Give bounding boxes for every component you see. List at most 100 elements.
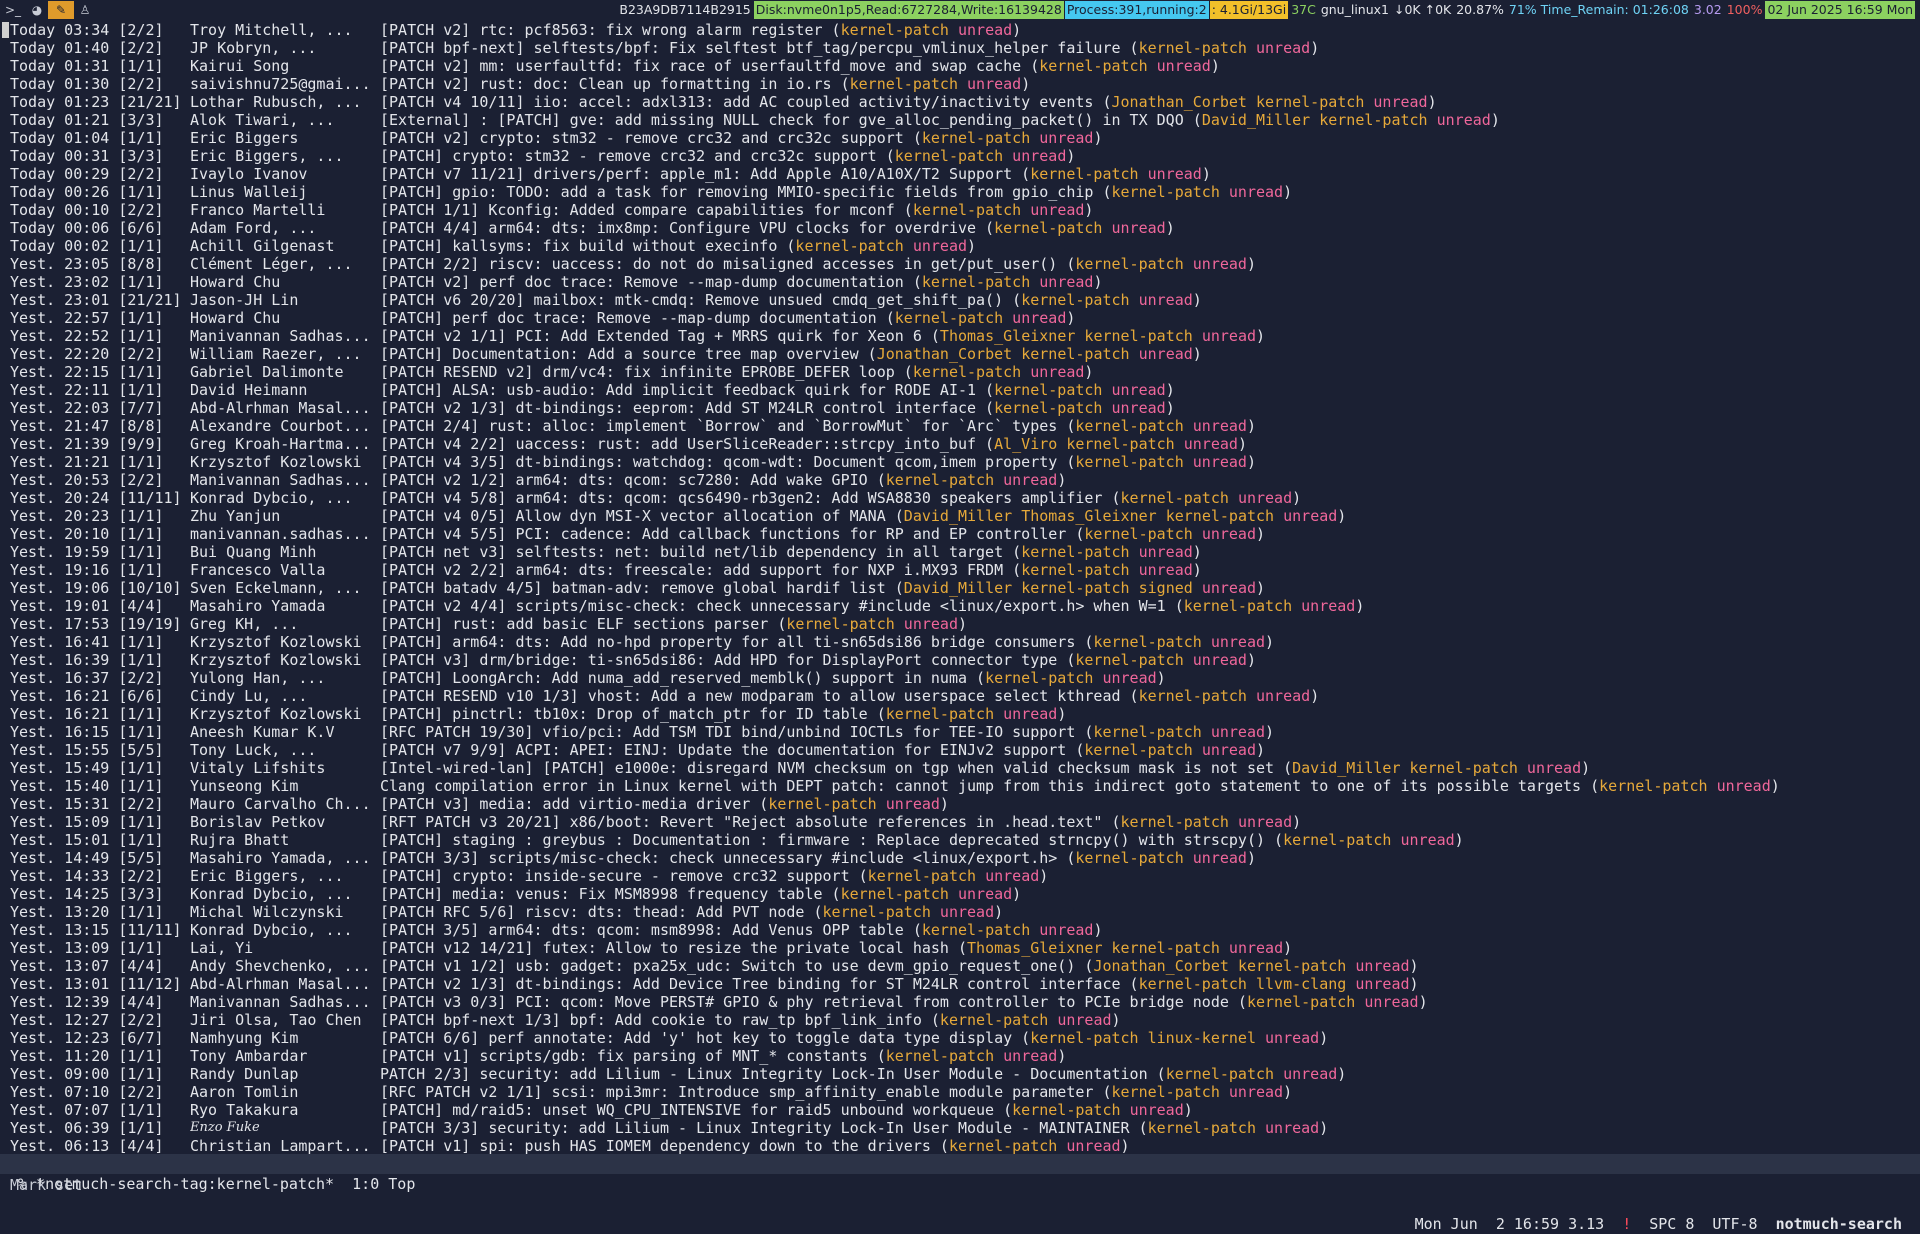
- thread-row[interactable]: Yest. 22:57 [1/1] Howard Chu [PATCH] perf …: [0, 309, 1920, 327]
- thread-authors: Krzysztof Kozlowski: [190, 651, 362, 669]
- thread-date: Today 00:02 [1/1]: [10, 237, 186, 255]
- thread-row[interactable]: Yest. 15:40 [1/1] Yunseong Kim Clang compi…: [0, 777, 1920, 795]
- thread-authors: Borislav Petkov: [190, 813, 326, 831]
- thread-row[interactable]: Yest. 23:01 [21/21] Jason-JH Lin [PATCH v6…: [0, 291, 1920, 309]
- thread-row[interactable]: Yest. 14:25 [3/3] Konrad Dybcio, ... [PATC…: [0, 885, 1920, 903]
- thread-row[interactable]: Today 01:31 [1/1] Kairui Song [PATCH v2] m…: [0, 57, 1920, 75]
- thread-row[interactable]: Yest. 21:21 [1/1] Krzysztof Kozlowski [PAT…: [0, 453, 1920, 471]
- thread-row[interactable]: Yest. 23:05 [8/8] Clément Léger, ... [PATC…: [0, 255, 1920, 273]
- thread-row[interactable]: Today 01:40 [2/2] JP Kobryn, ... [PATCH bp…: [0, 39, 1920, 57]
- thread-row[interactable]: Yest. 17:53 [19/19] Greg KH, ... [PATCH] r…: [0, 615, 1920, 633]
- tag-unread: unread: [1138, 345, 1193, 363]
- thread-row[interactable]: Yest. 22:11 [1/1] David Heimann [PATCH] AL…: [0, 381, 1920, 399]
- thread-subject-line: [PATCH v1] spi: push HAS_IOMEM dependenc…: [380, 1137, 1130, 1155]
- thread-row[interactable]: Yest. 13:20 [1/1] Michal Wilczynski [PATCH…: [0, 903, 1920, 921]
- thread-row[interactable]: Yest. 19:59 [1/1] Bui Quang Minh [PATCH ne…: [0, 543, 1920, 561]
- thread-date: Yest. 15:49 [1/1]: [10, 759, 186, 777]
- thread-row[interactable]: Yest. 06:13 [4/4] Christian Lampart... [PA…: [0, 1137, 1920, 1155]
- thread-authors: Achill Gilgenast: [190, 237, 335, 255]
- thread-row[interactable]: Yest. 07:07 [1/1] Ryo Takakura [PATCH] md/…: [0, 1101, 1920, 1119]
- thread-date: Yest. 21:39 [9/9]: [10, 435, 186, 453]
- thread-row[interactable]: Yest. 22:15 [1/1] Gabriel Dalimonte [PATCH…: [0, 363, 1920, 381]
- thread-time: Yest. 15:40: [10, 777, 110, 795]
- thread-row[interactable]: Today 01:30 [2/2] saivishnu725@gmai... [PA…: [0, 75, 1920, 93]
- thread-time: Yest. 13:20: [10, 903, 110, 921]
- thread-row[interactable]: Yest. 12:23 [6/7] Namhyung Kim [PATCH 6/6]…: [0, 1029, 1920, 1047]
- thread-row[interactable]: Yest. 16:15 [1/1] Aneesh Kumar K.V [RFC PA…: [0, 723, 1920, 741]
- thread-date: Yest. 16:41 [1/1]: [10, 633, 186, 651]
- thread-row[interactable]: Yest. 15:31 [2/2] Mauro Carvalho Ch... [PA…: [0, 795, 1920, 813]
- thread-row[interactable]: Yest. 06:39 [1/1] Enzo Fuke [PATCH 3/3] se…: [0, 1119, 1920, 1137]
- tag-unread: unread: [1192, 417, 1247, 435]
- firefox-icon[interactable]: ◕: [24, 1, 50, 19]
- thread-row[interactable]: Yest. 15:09 [1/1] Borislav Petkov [RFT PAT…: [0, 813, 1920, 831]
- thread-row[interactable]: Yest. 21:39 [9/9] Greg Kroah-Hartma... [PA…: [0, 435, 1920, 453]
- thread-row[interactable]: Yest. 07:10 [2/2] Aaron Tomlin [RFC PATCH …: [0, 1083, 1920, 1101]
- thread-row[interactable]: Yest. 15:01 [1/1] Rujra Bhatt [PATCH] stag…: [0, 831, 1920, 849]
- thread-count: [2/2]: [118, 201, 164, 219]
- thread-row[interactable]: Today 01:21 [3/3] Alok Tiwari, ... [Extern…: [0, 111, 1920, 129]
- thread-row[interactable]: Yest. 16:41 [1/1] Krzysztof Kozlowski [PAT…: [0, 633, 1920, 651]
- thread-time: Today 01:40: [10, 39, 110, 57]
- thread-row[interactable]: Yest. 22:20 [2/2] William Raezer, ... [PAT…: [0, 345, 1920, 363]
- thread-row[interactable]: Yest. 16:21 [6/6] Cindy Lu, ... [PATCH RES…: [0, 687, 1920, 705]
- thread-row[interactable]: Yest. 11:20 [1/1] Tony Ambardar [PATCH v1]…: [0, 1047, 1920, 1065]
- thread-row[interactable]: Yest. 13:15 [11/11] Konrad Dybcio, ... [PA…: [0, 921, 1920, 939]
- thread-row[interactable]: Yest. 20:53 [2/2] Manivannan Sadhas... [PA…: [0, 471, 1920, 489]
- thread-row[interactable]: Today 00:31 [3/3] Eric Biggers, ... [PATCH…: [0, 147, 1920, 165]
- thread-row[interactable]: Today 03:34 [2/2] Troy Mitchell, ... [PATC…: [0, 21, 1920, 39]
- thread-row[interactable]: Yest. 09:00 [1/1] Randy Dunlap PATCH 2/3] …: [0, 1065, 1920, 1083]
- thread-row[interactable]: Yest. 20:24 [11/11] Konrad Dybcio, ... [PA…: [0, 489, 1920, 507]
- tag-unread: unread: [1183, 435, 1238, 453]
- thread-row[interactable]: Yest. 19:01 [4/4] Masahiro Yamada [PATCH v…: [0, 597, 1920, 615]
- thread-row[interactable]: Today 00:10 [2/2] Franco Martelli [PATCH 1…: [0, 201, 1920, 219]
- thread-row[interactable]: Yest. 13:01 [11/12] Abd-Alrhman Masal...[…: [0, 975, 1920, 993]
- thread-row[interactable]: Today 01:23 [21/21] Lothar Rubusch, ... [P…: [0, 93, 1920, 111]
- thread-subject-line: [PATCH v3] drm/bridge: ti-sn65dsi86: Add…: [380, 651, 1256, 669]
- thread-row[interactable]: Yest. 23:02 [1/1] Howard Chu [PATCH v2] pe…: [0, 273, 1920, 291]
- thread-time: Today 01:31: [10, 57, 110, 75]
- terminal-icon[interactable]: >_: [0, 1, 26, 19]
- editor-icon[interactable]: ✎: [48, 1, 74, 19]
- thread-row[interactable]: Yest. 14:49 [5/5] Masahiro Yamada, ... [PA…: [0, 849, 1920, 867]
- thread-authors: Mauro Carvalho Ch...: [190, 795, 371, 813]
- thread-count: [1/1]: [118, 813, 164, 831]
- tag-kernel-patch: kernel-patch: [1120, 489, 1229, 507]
- thread-row[interactable]: Yest. 13:07 [4/4] Andy Shevchenko, ... [PA…: [0, 957, 1920, 975]
- thread-row[interactable]: Today 01:04 [1/1] Eric Biggers [PATCH v2] …: [0, 129, 1920, 147]
- thread-row[interactable]: Yest. 21:47 [8/8] Alexandre Courbot... [PA…: [0, 417, 1920, 435]
- thread-row[interactable]: Yest. 12:39 [4/4] Manivannan Sadhas... [PA…: [0, 993, 1920, 1011]
- thread-count: [1/1]: [118, 939, 164, 957]
- thread-subject: [PATCH] arm64: dts: Add no-hpd property …: [380, 633, 1076, 651]
- text-cursor: [2, 22, 9, 38]
- thread-row[interactable]: Today 00:29 [2/2] Ivaylo Ivanov [PATCH v7 …: [0, 165, 1920, 183]
- thread-row[interactable]: Yest. 15:55 [5/5] Tony Luck, ... [PATCH v7…: [0, 741, 1920, 759]
- thread-row[interactable]: Yest. 15:49 [1/1] Vitaly Lifshits [Intel-w…: [0, 759, 1920, 777]
- thread-row[interactable]: Today 00:06 [6/6] Adam Ford, ... [PATCH 4/…: [0, 219, 1920, 237]
- thread-row[interactable]: Yest. 16:39 [1/1] Krzysztof Kozlowski [PAT…: [0, 651, 1920, 669]
- thread-row[interactable]: Yest. 22:52 [1/1] Manivannan Sadhas... [PA…: [0, 327, 1920, 345]
- thread-row[interactable]: Yest. 12:27 [2/2] Jiri Olsa, Tao Chen [PAT…: [0, 1011, 1920, 1029]
- mode-line-right: Mon Jun 2 16:59 3.13 ! SPC 8 UTF-8 notmu…: [1415, 1214, 1902, 1234]
- major-mode[interactable]: notmuch-search: [1776, 1214, 1902, 1234]
- thread-row[interactable]: Yest. 20:10 [1/1] manivannan.sadhas... [PA…: [0, 525, 1920, 543]
- thread-row[interactable]: Yest. 16:21 [1/1] Krzysztof Kozlowski [PAT…: [0, 705, 1920, 723]
- app-icon[interactable]: ♙: [72, 1, 98, 19]
- thread-authors: Adam Ford, ...: [190, 219, 317, 237]
- tag-unread: unread: [1138, 561, 1193, 579]
- thread-count: [19/19]: [118, 615, 182, 633]
- thread-row[interactable]: Yest. 22:03 [7/7] Abd-Alrhman Masal... [PA…: [0, 399, 1920, 417]
- thread-row[interactable]: Today 00:02 [1/1] Achill Gilgenast [PATCH]…: [0, 237, 1920, 255]
- thread-authors: Alexandre Courbot...: [190, 417, 371, 435]
- thread-row[interactable]: Today 00:26 [1/1] Linus Walleij [PATCH] gp…: [0, 183, 1920, 201]
- thread-row[interactable]: Yest. 20:23 [1/1] Zhu Yanjun [PATCH v4 0/5…: [0, 507, 1920, 525]
- thread-row[interactable]: Yest. 13:09 [1/1] Lai, Yi [PATCH v12 14/21…: [0, 939, 1920, 957]
- thread-row[interactable]: Yest. 19:06 [10/10] Sven Eckelmann, ... [P…: [0, 579, 1920, 597]
- thread-row[interactable]: Yest. 19:16 [1/1] Francesco Valla [PATCH v…: [0, 561, 1920, 579]
- thread-subject: [PATCH v6 20/20] mailbox: mtk-cmdq: Remo…: [380, 291, 1004, 309]
- thread-row[interactable]: Yest. 16:37 [2/2] Yulong Han, ... [PATCH] …: [0, 669, 1920, 687]
- thread-time: Yest. 20:24: [10, 489, 110, 507]
- tag-unread: unread: [939, 903, 995, 921]
- thread-authors: Ivaylo Ivanov: [190, 165, 308, 183]
- thread-row[interactable]: Yest. 14:33 [2/2] Eric Biggers, ... [PATCH…: [0, 867, 1920, 885]
